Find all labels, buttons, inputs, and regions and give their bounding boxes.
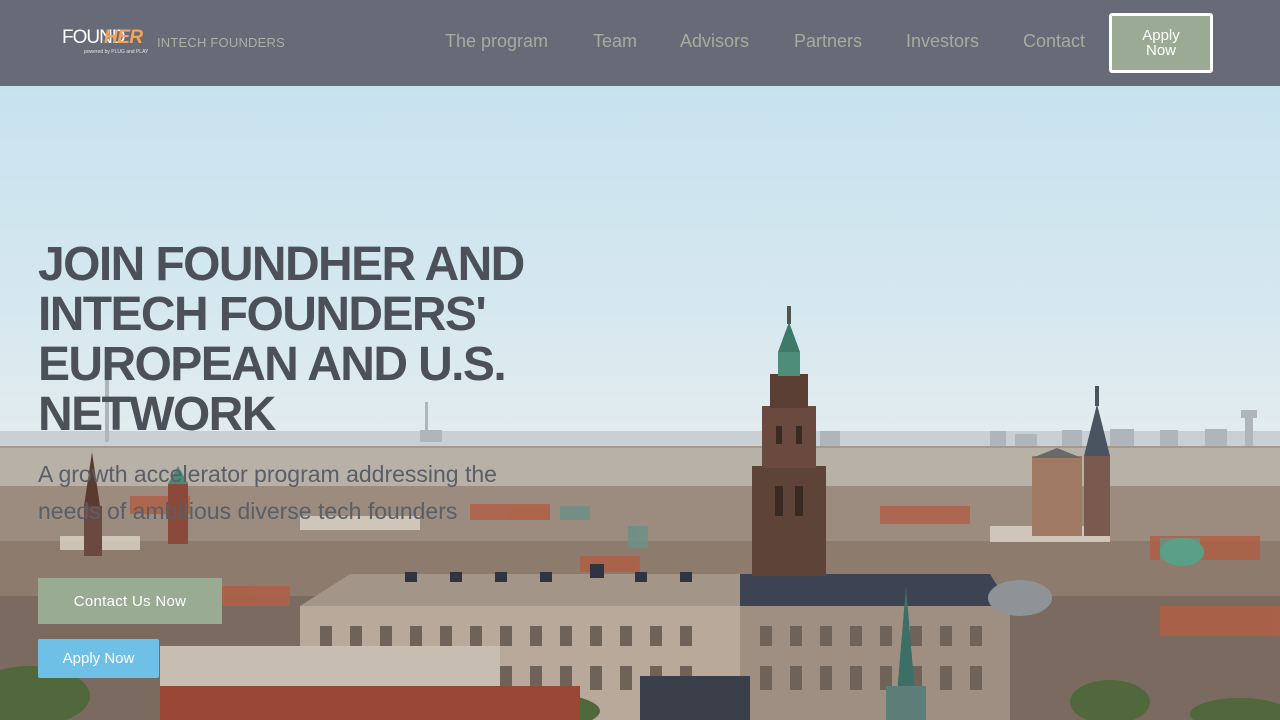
intech-founders-label: INTECH FOUNDERS [157, 35, 285, 50]
foundher-logo[interactable]: FOUND HER powered by PLUG and PLAY [62, 27, 148, 59]
nav-item-investors[interactable]: Investors [906, 31, 979, 52]
contact-us-button[interactable]: Contact Us Now [38, 578, 222, 624]
nav-item-the-program[interactable]: The program [445, 31, 548, 52]
hero-title: JOIN FOUNDHER AND INTECH FOUNDERS' EUROP… [38, 238, 525, 441]
logo-tagline: powered by PLUG and PLAY [84, 49, 149, 55]
logo-wordmark-her: HER [104, 27, 143, 48]
site-header: FOUND HER powered by PLUG and PLAY INTEC… [0, 0, 1280, 86]
nav-item-advisors[interactable]: Advisors [680, 31, 749, 52]
hero-apply-button[interactable]: Apply Now [38, 639, 159, 678]
nav-item-contact[interactable]: Contact [1023, 31, 1085, 52]
hero-subtitle: A growth accelerator program addressing … [38, 461, 497, 524]
header-apply-button[interactable]: Apply Now [1109, 13, 1213, 73]
nav-item-partners[interactable]: Partners [794, 31, 862, 52]
nav-item-team[interactable]: Team [593, 31, 637, 52]
